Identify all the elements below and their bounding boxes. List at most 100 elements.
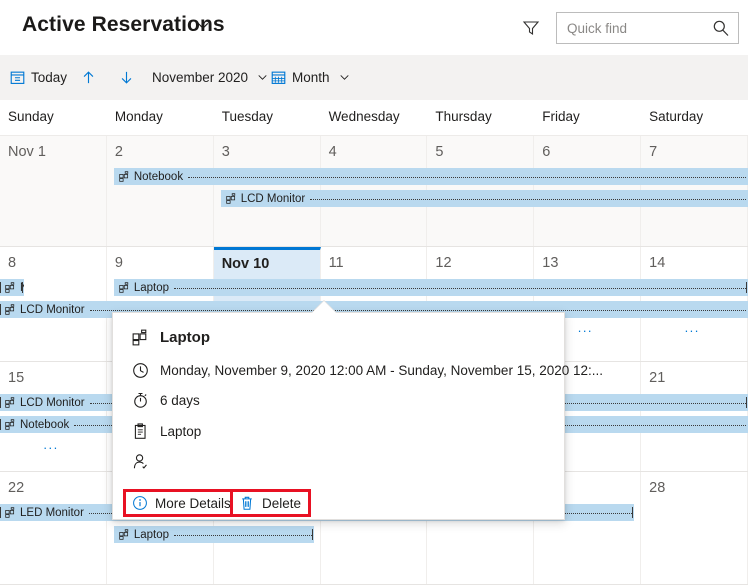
day-cell[interactable]: 2 xyxy=(107,136,214,246)
grid-icon xyxy=(5,507,16,518)
day-number: 15 xyxy=(8,370,25,386)
popup-title: Laptop xyxy=(160,329,210,346)
day-number: 14 xyxy=(649,255,666,271)
calendar-event[interactable]: Laptop xyxy=(113,279,748,296)
day-number: 9 xyxy=(114,255,123,271)
grid-icon xyxy=(226,193,237,204)
day-cell[interactable]: Nov 1 xyxy=(0,136,107,246)
day-number: 28 xyxy=(649,480,666,496)
day-name-saturday: Saturday xyxy=(649,109,704,124)
popup-resource-text: Laptop xyxy=(160,424,202,439)
clipboard-icon xyxy=(131,423,149,440)
event-duration-line xyxy=(310,199,746,200)
event-label: Laptop xyxy=(133,528,170,541)
event-label: LCD Monitor xyxy=(20,396,85,409)
calendar-app: Active Reservations Today xyxy=(0,0,748,585)
event-label: Laptop xyxy=(133,281,170,294)
chevron-down-icon xyxy=(257,72,268,83)
calendar-event[interactable]: LCD Monitor xyxy=(220,190,748,207)
trash-icon xyxy=(239,495,255,511)
event-label: LCD Monitor xyxy=(20,303,85,316)
more-details-button[interactable]: More Details xyxy=(123,489,241,517)
chevron-down-icon[interactable] xyxy=(196,19,210,33)
more-events-indicator[interactable]: ... xyxy=(43,438,58,451)
quick-find-box[interactable] xyxy=(556,12,739,44)
event-end-cap xyxy=(746,397,747,408)
period-selector[interactable]: November 2020 xyxy=(152,55,268,100)
delete-button[interactable]: Delete xyxy=(230,489,312,517)
previous-period-button[interactable] xyxy=(80,55,97,100)
period-label: November 2020 xyxy=(152,70,249,85)
view-selector[interactable]: Month xyxy=(271,55,350,100)
popup-time-row: Monday, November 9, 2020 12:00 AM - Sund… xyxy=(131,362,603,379)
popup-time-text: Monday, November 9, 2020 12:00 AM - Sund… xyxy=(160,363,604,378)
day-number: 2 xyxy=(114,144,123,160)
calendar-event[interactable]: Notebook xyxy=(113,168,748,185)
timer-icon xyxy=(131,392,149,409)
day-number: 3 xyxy=(221,144,230,160)
command-bar: Today November 2020 Month xyxy=(0,55,748,100)
calendar-event[interactable]: Laptop xyxy=(113,526,314,543)
day-number: 8 xyxy=(8,255,17,271)
grid-icon xyxy=(5,304,16,315)
calendar-icon xyxy=(271,70,286,85)
day-number: Nov 1 xyxy=(8,144,46,160)
day-name-monday: Monday xyxy=(114,109,163,124)
event-start-cap xyxy=(0,304,1,315)
day-cell[interactable]: 28 xyxy=(641,472,748,584)
filter-icon[interactable] xyxy=(521,18,541,38)
today-label: Today xyxy=(31,70,68,85)
day-name-friday: Friday xyxy=(542,109,580,124)
grid-icon xyxy=(119,529,130,540)
page-title: Active Reservations xyxy=(22,13,225,36)
today-button[interactable]: Today xyxy=(10,55,67,100)
calendar-week-row: Nov 1 2 3 4 5 6 7 Notebook LCD Monitor xyxy=(0,136,748,247)
day-number: Nov 10 xyxy=(221,256,270,272)
popup-duration-text: 6 days xyxy=(160,393,200,408)
chevron-down-icon xyxy=(339,72,350,83)
event-label: Notebook xyxy=(20,418,70,431)
event-end-cap xyxy=(632,507,634,518)
view-label: Month xyxy=(292,70,330,85)
popup-duration-row: 6 days xyxy=(131,392,200,409)
event-end-cap xyxy=(745,282,747,293)
grid-icon xyxy=(119,171,130,182)
clock-icon xyxy=(131,362,149,379)
day-cell[interactable]: 22 xyxy=(0,472,107,584)
day-number: 6 xyxy=(542,144,551,160)
event-start-cap xyxy=(0,507,1,518)
day-number: 5 xyxy=(435,144,444,160)
event-duration-line xyxy=(174,288,746,289)
event-duration-line xyxy=(89,310,746,311)
more-events-indicator[interactable]: ... xyxy=(685,321,700,334)
more-events-indicator[interactable]: ... xyxy=(578,321,593,334)
day-number: 12 xyxy=(435,255,452,271)
popup-beak xyxy=(312,301,336,313)
info-circle-icon xyxy=(132,495,148,511)
event-label: LCD Monitor xyxy=(240,192,306,205)
calendar-event[interactable]: Notebook xyxy=(0,279,24,296)
event-duration-line xyxy=(174,535,312,536)
event-end-cap xyxy=(311,529,313,540)
grid-icon xyxy=(131,329,149,346)
next-period-button[interactable] xyxy=(118,55,135,100)
day-number: 7 xyxy=(649,144,658,160)
day-name-wednesday: Wednesday xyxy=(328,109,400,124)
more-details-label: More Details xyxy=(155,495,231,511)
grid-icon xyxy=(5,282,16,293)
day-number: 22 xyxy=(8,480,25,496)
event-label: LED Monitor xyxy=(20,506,84,519)
event-start-cap xyxy=(0,282,1,293)
search-input[interactable] xyxy=(557,13,709,43)
search-icon[interactable] xyxy=(712,19,730,37)
event-start-cap xyxy=(0,419,1,430)
grid-icon xyxy=(5,419,16,430)
arrow-down-icon xyxy=(118,69,135,86)
arrow-up-icon xyxy=(80,69,97,86)
grid-icon xyxy=(119,282,130,293)
event-start-cap xyxy=(0,397,1,408)
today-calendar-icon xyxy=(10,70,25,85)
popup-resource-row: Laptop xyxy=(131,423,201,440)
event-end-cap xyxy=(22,282,23,293)
popup-person-row xyxy=(131,453,160,470)
